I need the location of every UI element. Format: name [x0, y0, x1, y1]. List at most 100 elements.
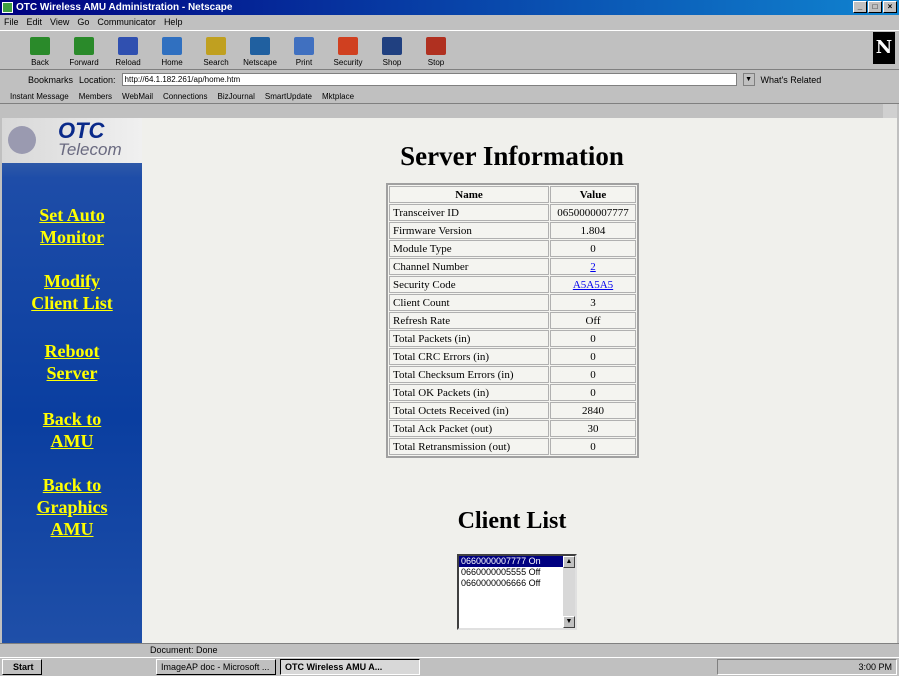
table-row: Refresh Rate Off: [389, 312, 636, 329]
forward-arrow-icon: [74, 37, 94, 55]
forward-button[interactable]: Forward: [64, 31, 104, 69]
page-title: Server Information: [400, 141, 624, 171]
stop-button[interactable]: Stop: [416, 31, 456, 69]
back-arrow-icon: [30, 37, 50, 55]
row-value: 0: [550, 348, 636, 365]
whats-related-button[interactable]: What's Related: [761, 75, 822, 85]
menu-communicator[interactable]: Communicator: [97, 15, 156, 29]
shop-icon: [382, 37, 402, 55]
row-value-link[interactable]: 2: [590, 261, 596, 273]
nav-back-to-graphics-amu[interactable]: Back to Graphics AMU: [2, 474, 142, 540]
server-info-table: Name Value Transceiver ID 0650000007777 Fi…: [386, 183, 639, 458]
taskbar: Start ImageAP doc - Microsoft ... OTC Wi…: [0, 657, 899, 676]
row-value: 0: [550, 366, 636, 383]
link-bizjournal[interactable]: BizJournal: [218, 92, 255, 101]
column-header-value: Value: [550, 186, 636, 203]
sidebar: OTC Telecom Set Auto Monitor Modify Clie…: [2, 118, 142, 643]
row-name: Total Packets (in): [389, 330, 549, 347]
close-button[interactable]: ×: [883, 1, 897, 13]
status-bar: Document: Done: [0, 643, 899, 657]
table-row: Total Checksum Errors (in) 0: [389, 366, 636, 383]
link-webmail[interactable]: WebMail: [122, 92, 153, 101]
search-button[interactable]: Search: [196, 31, 236, 69]
menu-bar: File Edit View Go Communicator Help: [0, 15, 899, 29]
browser-window: OTC Wireless AMU Administration - Netsca…: [0, 0, 899, 676]
menu-view[interactable]: View: [50, 15, 69, 29]
reload-button[interactable]: Reload: [108, 31, 148, 69]
listbox-scrollbar[interactable]: ▲ ▼: [563, 556, 575, 628]
row-name: Total OK Packets (in): [389, 384, 549, 401]
url-dropdown-icon[interactable]: ▼: [742, 73, 755, 86]
client-list-item[interactable]: 0660000005555 Off: [459, 567, 563, 578]
table-row: Total Octets Received (in) 2840: [389, 402, 636, 419]
table-header-row: Name Value: [389, 186, 636, 203]
row-name: Security Code: [389, 276, 549, 293]
link-connections[interactable]: Connections: [163, 92, 207, 101]
link-smartupdate[interactable]: SmartUpdate: [265, 92, 312, 101]
shop-button[interactable]: Shop: [372, 31, 412, 69]
table-row: Channel Number 2: [389, 258, 636, 275]
personal-toolbar: Instant Message Members WebMail Connecti…: [0, 89, 899, 104]
nav-set-auto-monitor[interactable]: Set Auto Monitor: [2, 204, 142, 248]
table-row: Total Ack Packet (out) 30: [389, 420, 636, 437]
table-row: Security Code A5A5A5: [389, 276, 636, 293]
client-list-item[interactable]: 0660000006666 Off: [459, 578, 563, 589]
row-value-link[interactable]: A5A5A5: [573, 279, 613, 291]
back-button[interactable]: Back: [20, 31, 60, 69]
row-name: Total Retransmission (out): [389, 438, 549, 455]
minimize-button[interactable]: _: [853, 1, 867, 13]
print-icon: [294, 37, 314, 55]
row-value: 0: [550, 438, 636, 455]
security-icon: [338, 37, 358, 55]
row-name: Total Ack Packet (out): [389, 420, 549, 437]
clock: 3:00 PM: [858, 662, 892, 672]
print-button[interactable]: Print: [284, 31, 324, 69]
taskbar-item-netscape[interactable]: OTC Wireless AMU A...: [280, 659, 420, 675]
taskbar-item-word[interactable]: ImageAP doc - Microsoft ...: [156, 659, 276, 675]
menu-file[interactable]: File: [4, 15, 19, 29]
table-row: Total OK Packets (in) 0: [389, 384, 636, 401]
row-name: Transceiver ID: [389, 204, 549, 221]
link-mktplace[interactable]: Mktplace: [322, 92, 354, 101]
row-name: Client Count: [389, 294, 549, 311]
netscape-button[interactable]: Netscape: [240, 31, 280, 69]
home-button[interactable]: Home: [152, 31, 192, 69]
logo-globe-icon: [8, 126, 36, 154]
menu-edit[interactable]: Edit: [27, 15, 43, 29]
nav-back-to-amu[interactable]: Back to AMU: [2, 408, 142, 452]
table-row: Module Type 0: [389, 240, 636, 257]
home-icon: [162, 37, 182, 55]
client-list-title: Client List: [457, 508, 567, 534]
link-members[interactable]: Members: [79, 92, 112, 101]
row-name: Firmware Version: [389, 222, 549, 239]
maximize-button[interactable]: □: [868, 1, 882, 13]
scroll-up-icon[interactable]: ▲: [563, 556, 575, 568]
row-name: Module Type: [389, 240, 549, 257]
menu-help[interactable]: Help: [164, 15, 183, 29]
title-bar: OTC Wireless AMU Administration - Netsca…: [0, 0, 899, 15]
stop-icon: [426, 37, 446, 55]
start-button[interactable]: Start: [2, 659, 42, 675]
row-name: Total Octets Received (in): [389, 402, 549, 419]
table-row: Firmware Version 1.804: [389, 222, 636, 239]
otc-telecom-logo: OTC Telecom: [2, 118, 142, 163]
reload-icon: [118, 37, 138, 55]
netscape-logo: N: [873, 32, 895, 64]
row-value: Off: [550, 312, 636, 329]
link-instant-message[interactable]: Instant Message: [10, 92, 69, 101]
security-button[interactable]: Security: [328, 31, 368, 69]
menu-go[interactable]: Go: [77, 15, 89, 29]
nav-modify-client-list[interactable]: Modify Client List: [2, 270, 142, 314]
row-value: 2840: [550, 402, 636, 419]
client-list-item[interactable]: 0660000007777 On: [459, 556, 563, 567]
row-value: 2: [550, 258, 636, 275]
bookmarks-button[interactable]: Bookmarks: [28, 75, 73, 85]
table-row: Total CRC Errors (in) 0: [389, 348, 636, 365]
scroll-down-icon[interactable]: ▼: [563, 616, 575, 628]
url-input[interactable]: http://64.1.182.261/ap/home.htm: [121, 73, 737, 86]
table-row: Total Packets (in) 0: [389, 330, 636, 347]
row-value: 0: [550, 330, 636, 347]
client-listbox[interactable]: 0660000007777 On 0660000005555 Off 0660000…: [457, 554, 577, 630]
nav-reboot-server[interactable]: Reboot Server: [2, 340, 142, 384]
table-row: Total Retransmission (out) 0: [389, 438, 636, 455]
